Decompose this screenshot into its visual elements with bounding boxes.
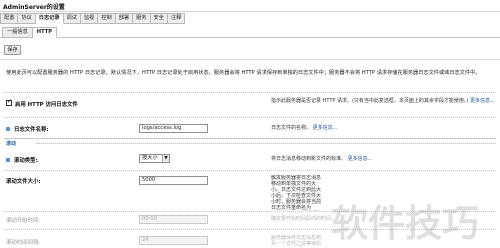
enable-http-log-label: 启用 HTTP 访问日志文件 [15, 102, 78, 108]
log-file-name-help-text: 日志文件的名称。 [271, 125, 312, 131]
more-info-link[interactable]: 更多信息... [313, 125, 338, 131]
window-titlebar: AdminServer的设置 [0, 0, 500, 12]
more-info-link[interactable]: 更多信息... [348, 156, 373, 162]
tab-control[interactable]: 控制 [98, 13, 116, 24]
rotation-interval-help: 服务器保存日志消息到另一个文件之前等待的小时数。(如果 Time 类型的滚动要求… [271, 235, 322, 247]
rotation-type-help: 将日志消息移动到新文件的标准。 更多信息... [271, 156, 372, 162]
log-file-name-input[interactable]: logs/access.log [139, 124, 208, 133]
field-marker-icon [6, 158, 10, 162]
subtab-http[interactable]: HTTP [32, 27, 58, 38]
page-description: 使用此页可以配置服务器的 HTTP 日志记录。默认情况下，HTTP 日志记录处于… [6, 70, 481, 76]
rotation-start-time-label: 滚动开始时间: [6, 218, 41, 224]
section-divider [36, 143, 496, 144]
rotation-section-header: 滚动 [4, 138, 496, 147]
divider [4, 92, 496, 93]
rotation-section-title: 滚动 [6, 141, 17, 147]
rotation-start-time-help: 确定要开始时间段内的时间。 [271, 216, 337, 222]
watermark-logo: 软件技巧 [331, 202, 479, 245]
rotation-interval-input[interactable]: 24 [139, 236, 208, 245]
rotation-file-size-input[interactable]: 5000 [139, 176, 208, 185]
rotation-file-size-label: 滚动文件大小: [6, 179, 41, 185]
save-button[interactable]: 保存 [4, 45, 21, 55]
enable-http-log-help: 指示此服务器是否记录 HTTP 请求。(只有当中此复选框，本页面上的其余字段才能… [271, 98, 496, 104]
window-title: AdminServer的设置 [3, 4, 65, 11]
log-file-name-help: 日志文件的名称。 更多信息... [271, 125, 337, 131]
tab-security[interactable]: 安全 [150, 13, 168, 24]
tab-logging[interactable]: 日志记录 [35, 13, 64, 24]
chevron-down-icon[interactable]: ▼ [162, 155, 169, 162]
rotation-start-time-input[interactable]: 00:00 [139, 215, 208, 224]
rotation-file-size-help: 触发服务器将日志消息移动到单独文件的大小。日志文件达到此大小后，下次检查文件大小… [271, 175, 322, 211]
secondary-tabs: 一般信息 HTTP [0, 27, 500, 38]
tab-deployments[interactable]: 部署 [115, 13, 134, 24]
subtab-general[interactable]: 一般信息 [2, 27, 33, 38]
more-info-link[interactable]: 更多信息... [470, 98, 495, 104]
tab-debug[interactable]: 调试 [63, 13, 81, 24]
tab-monitoring[interactable]: 监视 [80, 13, 99, 24]
tab-services[interactable]: 服务 [133, 13, 151, 24]
log-file-name-label: 日志文件名称: [14, 127, 49, 133]
tab-config[interactable]: 配置 [0, 13, 19, 24]
rotation-type-select[interactable]: 按大小 ▼ [139, 154, 170, 163]
field-marker-icon [6, 127, 10, 131]
rotation-interval-label: 滚动时间间隔: [6, 240, 41, 246]
enable-http-log-help-text: 指示此服务器是否记录 HTTP 请求。(只有当中此复选框，本页面上的其余字段才能… [271, 98, 469, 104]
divider [4, 117, 496, 118]
tab-protocols[interactable]: 协议 [18, 13, 36, 24]
primary-tabs: 配置 协议 日志记录 调试 监视 控制 部署 服务 安全 注释 [0, 13, 186, 24]
divider [4, 170, 496, 171]
rotation-type-value: 按大小 [142, 155, 158, 161]
action-bar: 保存 [0, 40, 500, 60]
rotation-type-help-text: 将日志消息移动到新文件的标准。 [271, 156, 347, 162]
tab-notes[interactable]: 注释 [167, 13, 186, 24]
rotation-type-label: 滚动类型: [14, 158, 38, 164]
enable-http-log-checkbox[interactable] [6, 98, 12, 106]
